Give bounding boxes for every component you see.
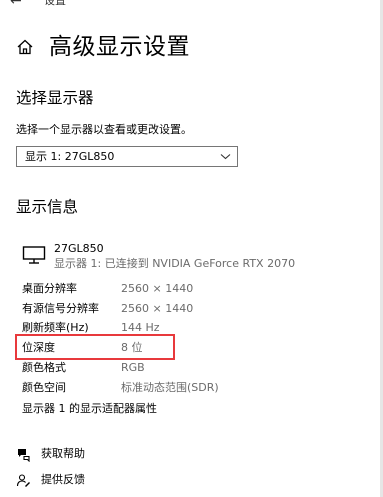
info-value-color-space: 标准动态范围(SDR) [121, 381, 219, 394]
home-icon [17, 39, 33, 55]
info-value-color-format: RGB [121, 361, 145, 374]
info-label-active-signal-resolution: 有源信号分辨率 [22, 302, 99, 315]
info-label-color-space: 颜色空间 [22, 381, 66, 394]
select-display-heading: 选择显示器 [16, 89, 94, 107]
help-icon [18, 449, 30, 462]
monitor-name: 27GL850 [54, 242, 104, 255]
info-value-active-signal-resolution: 2560 × 1440 [121, 302, 194, 315]
give-feedback-link[interactable]: 提供反馈 [41, 473, 85, 487]
display-select-dropdown[interactable]: 显示 1: 27GL850 [16, 146, 238, 167]
bit-depth-highlight-box [15, 334, 175, 360]
chevron-down-icon [220, 154, 231, 160]
info-value-refresh-rate: 144 Hz [121, 321, 160, 334]
display-select-value: 显示 1: 27GL850 [25, 150, 115, 163]
back-arrow-icon[interactable]: ← [10, 0, 22, 9]
select-display-description: 选择一个显示器以查看或更改设置。 [16, 123, 192, 136]
info-label-color-format: 颜色格式 [22, 361, 66, 374]
display-adapter-properties-link[interactable]: 显示器 1 的显示适配器属性 [22, 402, 157, 416]
monitor-connection-status: 显示器 1: 已连接到 NVIDIA GeForce RTX 2070 [54, 257, 296, 270]
info-label-refresh-rate: 刷新频率(Hz) [22, 321, 89, 334]
window-title: 设置 [44, 0, 66, 7]
monitor-icon [22, 246, 46, 264]
feedback-icon [16, 474, 30, 487]
page-title: 高级显示设置 [49, 34, 190, 60]
info-value-desktop-resolution: 2560 × 1440 [121, 282, 194, 295]
get-help-link[interactable]: 获取帮助 [41, 447, 85, 461]
info-label-desktop-resolution: 桌面分辨率 [22, 282, 77, 295]
display-info-heading: 显示信息 [16, 198, 79, 216]
